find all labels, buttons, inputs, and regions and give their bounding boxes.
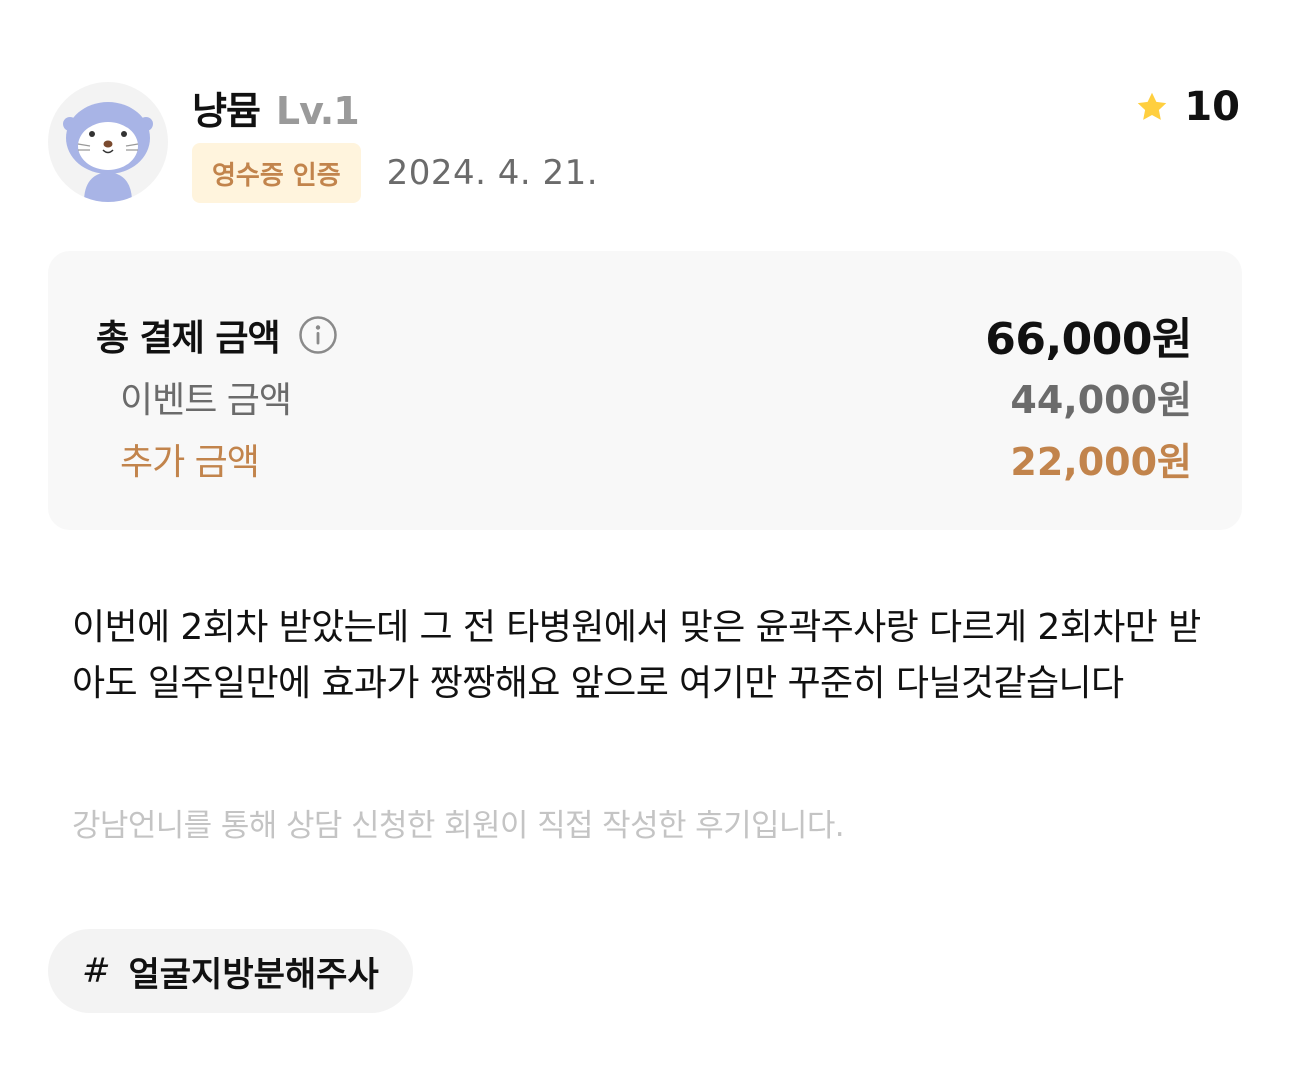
- review-text: 이번에 2회차 받았는데 그 전 타병원에서 맞은 윤곽주사랑 다르게 2회차만…: [72, 607, 1201, 704]
- rating-value: 10: [1184, 84, 1240, 130]
- cat-character-avatar-icon: [63, 102, 153, 202]
- tag-label: 얼굴지방분해주사: [128, 954, 379, 995]
- review-disclaimer: 강남언니를 통해 상담 신청한 회원이 직접 작성한 후기입니다.: [72, 808, 845, 844]
- event-price-label: 이벤트 금액: [120, 379, 292, 421]
- rating: 10: [1134, 84, 1240, 130]
- extra-price-label: 추가 금액: [120, 441, 260, 483]
- total-payment-label: 총 결제 금액: [96, 318, 281, 359]
- user-name-row: 냥뮴 Lv.1: [192, 80, 360, 135]
- extra-price-value: 22,000원: [1010, 440, 1192, 484]
- info-icon[interactable]: [298, 315, 338, 355]
- receipt-verified-badge: 영수증 인증: [192, 143, 361, 203]
- review-date: 2024. 4. 21.: [386, 153, 599, 193]
- avatar[interactable]: [48, 82, 168, 202]
- event-price-value: 44,000원: [1010, 378, 1192, 422]
- extra-price-row: 추가 금액 22,000원: [48, 431, 1242, 486]
- user-level: Lv.1: [275, 89, 360, 133]
- tag-chip[interactable]: # 얼굴지방분해주사: [48, 929, 413, 1013]
- event-price-row: 이벤트 금액 44,000원: [48, 369, 1242, 424]
- review-meta-row: 영수증 인증 2024. 4. 21.: [192, 143, 598, 203]
- hashtag-icon: #: [82, 951, 111, 991]
- review-card: 냥뮴 Lv.1 영수증 인증 2024. 4. 21. 10 총 결제 금액 6…: [0, 0, 1290, 1067]
- total-payment-value: 66,000원: [985, 314, 1192, 365]
- nickname[interactable]: 냥뮴: [192, 80, 261, 135]
- payment-summary: 총 결제 금액 66,000원 이벤트 금액 44,000원 추가 금액 22,…: [48, 251, 1242, 530]
- total-payment-row: 총 결제 금액 66,000원: [48, 303, 1242, 367]
- total-label-wrap: 총 결제 금액: [96, 309, 338, 361]
- star-icon: [1138, 92, 1167, 120]
